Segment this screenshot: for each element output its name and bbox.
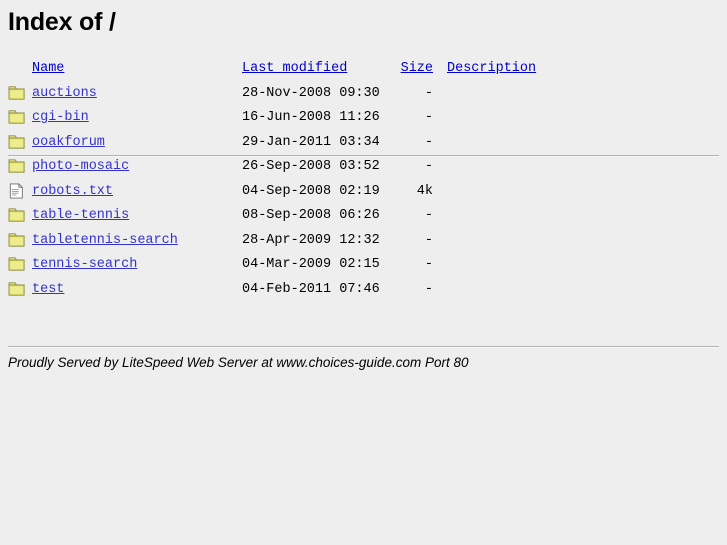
entry-name-link[interactable]: tennis-search [32,253,137,278]
entry-name-link[interactable]: table-tennis [32,204,129,229]
directory-listing: Name Last modified Size Description auct… [0,57,727,302]
entry-last-modified: 16-Jun-2008 11:26 [242,110,380,125]
entry-size: - [424,85,433,101]
folder-icon [8,110,25,124]
folder-icon [8,134,25,149]
column-header-name[interactable]: Name [32,57,64,82]
entry-name-label: photo-mosaic [32,159,130,174]
listing-header-row: Name Last modified Size Description [0,57,727,82]
listing-row: test 04-Feb-2011 07:46 - [0,278,727,303]
entry-name-link[interactable]: robots.txt [32,180,113,205]
listing-row: photo-mosaic 26-Sep-2008 03:52 - [0,155,727,180]
entry-size: - [424,232,433,248]
listing-rows: auctions 28-Nov-2008 09:30 - cgi-bin 16-Jun… [0,82,727,303]
entry-size: - [424,134,433,150]
entry-name-label: table-tennis [32,208,130,223]
folder-icon [8,281,25,296]
entry-name-link[interactable]: tabletennis-search [32,229,178,254]
folder-icon [8,159,25,173]
listing-row: ooakforum 29-Jan-2011 03:34 - [0,131,727,156]
folder-icon [8,85,25,100]
entry-name-label: tennis-search [32,257,138,272]
entry-last-modified: 04-Sep-2008 02:19 [242,183,380,199]
entry-name-label: test [32,281,65,297]
entry-size: - [424,257,433,272]
entry-size: - [424,110,433,125]
server-signature: Proudly Served by LiteSpeed Web Server a… [8,355,469,370]
column-header-description[interactable]: Description [447,57,536,82]
folder-icon [8,232,25,247]
entry-size: 4k [416,183,433,199]
column-header-last-modified-label: Last modified [242,61,348,76]
listing-row: tabletennis-search 28-Apr-2009 12:32 - [0,229,727,254]
entry-name-label: tabletennis-search [32,232,178,248]
entry-name-link[interactable]: ooakforum [32,131,105,156]
entry-last-modified: 28-Apr-2009 12:32 [242,232,380,248]
entry-name-label: ooakforum [32,134,105,150]
entry-name-label: auctions [32,85,97,101]
entry-last-modified: 04-Feb-2011 07:46 [242,281,380,297]
entry-last-modified: 08-Sep-2008 06:26 [242,208,380,223]
column-header-description-label: Description [447,61,537,76]
entry-name-link[interactable]: auctions [32,82,97,107]
entry-name-label: robots.txt [32,183,114,199]
entry-last-modified: 28-Nov-2008 09:30 [242,85,380,101]
entry-size: - [424,281,433,297]
listing-row: table-tennis 08-Sep-2008 06:26 - [0,204,727,229]
entry-size: - [424,159,433,174]
folder-icon [8,208,25,222]
column-header-name-label: Name [32,61,65,76]
column-header-last-modified[interactable]: Last modified [242,57,347,82]
listing-row: cgi-bin 16-Jun-2008 11:26 - [0,106,727,131]
listing-row: auctions 28-Nov-2008 09:30 - [0,82,727,107]
column-header-size-label: Size [400,61,433,76]
column-header-size[interactable]: Size [390,57,433,82]
entry-size: - [424,208,433,223]
footer-divider [8,346,719,348]
entry-last-modified: 04-Mar-2009 02:15 [242,257,380,272]
listing-row: robots.txt 04-Sep-2008 02:19 4k [0,180,727,205]
document-icon [9,182,24,199]
entry-last-modified: 26-Sep-2008 03:52 [242,159,380,174]
entry-name-link[interactable]: photo-mosaic [32,155,129,180]
entry-name-link[interactable]: cgi-bin [32,106,89,131]
entry-name-label: cgi-bin [32,110,89,125]
entry-name-link[interactable]: test [32,278,64,303]
entry-last-modified: 29-Jan-2011 03:34 [242,134,380,150]
page-title: Index of / [8,8,116,36]
listing-row: tennis-search 04-Mar-2009 02:15 - [0,253,727,278]
folder-icon [8,257,25,271]
